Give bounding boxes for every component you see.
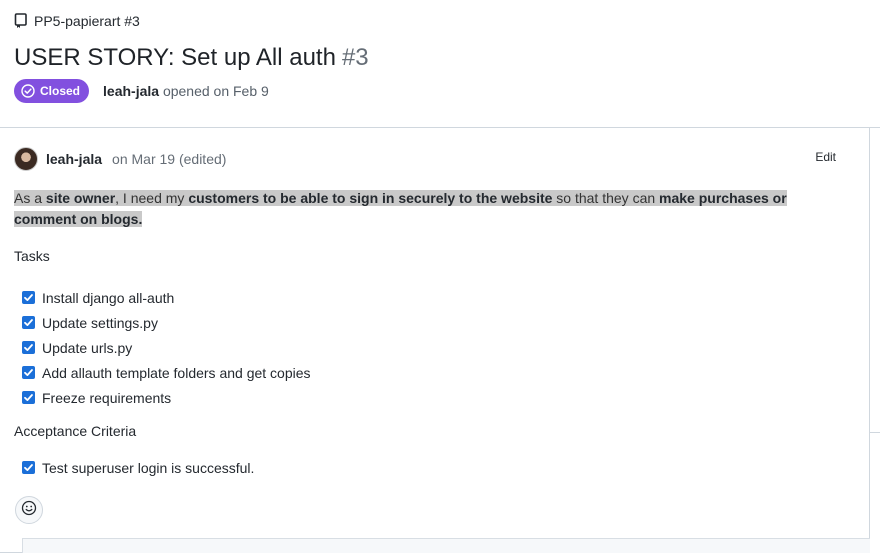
user-story: As a site owner, I need my customers to … [14,188,844,230]
story-period: . [138,211,143,227]
checkbox[interactable] [22,391,35,404]
issue-title: USER STORY: Set up All auth #3 [14,42,369,74]
checkbox[interactable] [22,461,35,474]
status-label: Closed [40,84,81,98]
checkbox[interactable] [22,341,35,354]
issue-author[interactable]: leah-jala [103,83,159,99]
comment-card: leah-jala on Mar 19 (edited) Edit As a s… [0,128,870,553]
comment-date[interactable]: on Mar 19 (edited) [112,151,226,167]
task-item: Freeze requirements [22,385,311,410]
smiley-icon [21,500,37,521]
acceptance-heading: Acceptance Criteria [14,423,137,439]
sidebar-divider [869,432,880,433]
task-list: Install django all-auth Update settings.… [22,285,311,410]
tasks-heading: Tasks [14,248,50,264]
task-label: Freeze requirements [42,389,172,406]
task-item: Add allauth template folders and get cop… [22,360,311,385]
story-bold: customers to be able to sign in securely… [188,190,553,206]
avatar[interactable] [14,147,38,171]
story-bold: site owner [45,190,116,206]
checkbox[interactable] [22,366,35,379]
story-part: , I need my [115,190,189,206]
checkbox[interactable] [22,316,35,329]
acceptance-item: Test superuser login is successful. [22,455,254,480]
acceptance-label: Test superuser login is successful. [42,459,255,476]
story-part: As a [14,190,46,206]
issue-meta: Closed leah-jala opened on Feb 9 [14,79,269,103]
task-label: Update urls.py [42,339,133,356]
status-badge: Closed [14,79,90,103]
repo-breadcrumb[interactable]: PP5-papierart #3 [14,13,140,29]
task-item: Install django all-auth [22,285,311,310]
timeline-footer [22,538,870,553]
issue-number: #3 [341,44,369,71]
comment-header: leah-jala on Mar 19 (edited) Edit [14,146,854,172]
story-part: so that they can [552,190,660,206]
comment-author[interactable]: leah-jala [46,151,102,167]
add-reaction-button[interactable] [15,496,43,524]
repo-name[interactable]: PP5-papierart #3 [34,13,140,29]
issue-opened: opened on Feb 9 [162,83,269,99]
task-label: Add allauth template folders and get cop… [42,364,311,381]
acceptance-list: Test superuser login is successful. [22,455,254,480]
task-item: Update urls.py [22,335,311,360]
checkbox[interactable] [22,291,35,304]
task-label: Update settings.py [42,314,158,331]
task-item: Update settings.py [22,310,311,335]
check-circle-icon [21,84,35,98]
user-story-text: As a site owner, I need my customers to … [14,190,787,227]
task-label: Install django all-auth [42,289,175,306]
issue-title-text: USER STORY: Set up All auth [14,44,336,71]
edit-button[interactable]: Edit [815,150,836,164]
repo-icon [14,13,28,29]
